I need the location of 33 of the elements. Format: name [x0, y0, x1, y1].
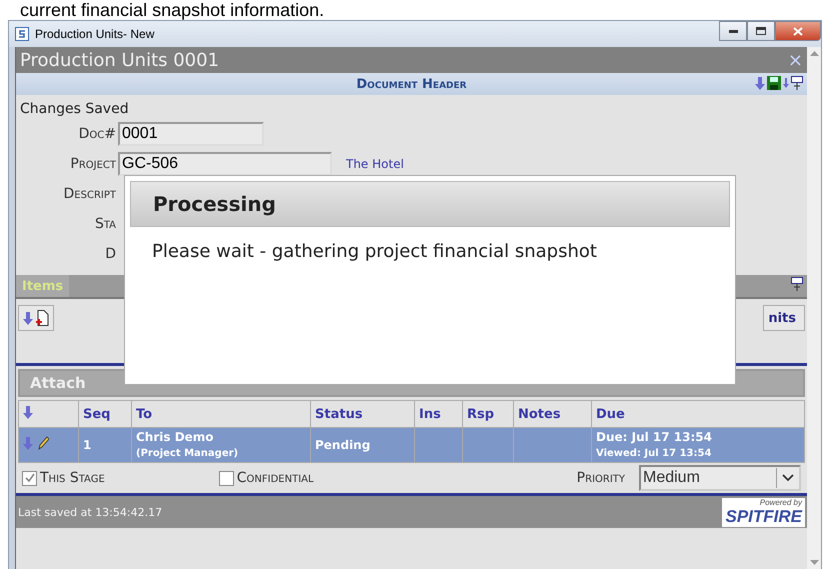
column-header[interactable]: Due: [592, 400, 804, 428]
logo: Powered by SPITFIRE: [722, 498, 805, 526]
caption-text: current financial snapshot information.: [19, 0, 326, 20]
project-link[interactable]: The Hotel: [346, 157, 404, 171]
priority-label: Priority: [576, 470, 625, 486]
toolbar-button[interactable]: nits: [763, 305, 805, 331]
table-cell: 1: [78, 428, 132, 462]
window-title: Production Units- New: [35, 27, 154, 41]
table-cell: Due: Jul 17 13:54 Viewed: Jul 17 13:54: [592, 428, 804, 462]
page-title: Production Units 0001: [20, 50, 220, 70]
last-saved-text: Last saved at 13:54:42.17: [18, 506, 162, 518]
checkbox-label: Confidential: [236, 470, 314, 486]
text-field[interactable]: GC-506: [118, 152, 332, 176]
field-label: Sta: [94, 216, 117, 232]
dialog-title: Processing: [130, 181, 730, 227]
column-header[interactable]: Seq: [78, 400, 132, 428]
column-header[interactable]: To: [132, 400, 310, 428]
column-header[interactable]: Notes: [514, 400, 592, 428]
status-message: Changes Saved: [19, 100, 130, 119]
field-label: Doc#: [78, 126, 117, 142]
checkbox-label: This Stage: [40, 470, 105, 486]
text-field[interactable]: 0001: [118, 122, 264, 146]
column-header[interactable]: Ins: [414, 400, 462, 428]
section-title: Document Header: [356, 76, 467, 92]
field-label: Descript: [62, 186, 117, 202]
column-header[interactable]: Rsp: [462, 400, 514, 428]
priority-dropdown[interactable]: Medium: [639, 465, 801, 491]
column-header[interactable]: Status: [310, 400, 414, 428]
table-cell: Chris Demo (Project Manager): [132, 428, 310, 462]
dialog-message: Please wait - gathering project financial snapshot: [151, 240, 598, 262]
table-cell: Pending: [310, 428, 414, 462]
field-label: D: [104, 246, 117, 262]
field-label: Project: [69, 156, 117, 172]
